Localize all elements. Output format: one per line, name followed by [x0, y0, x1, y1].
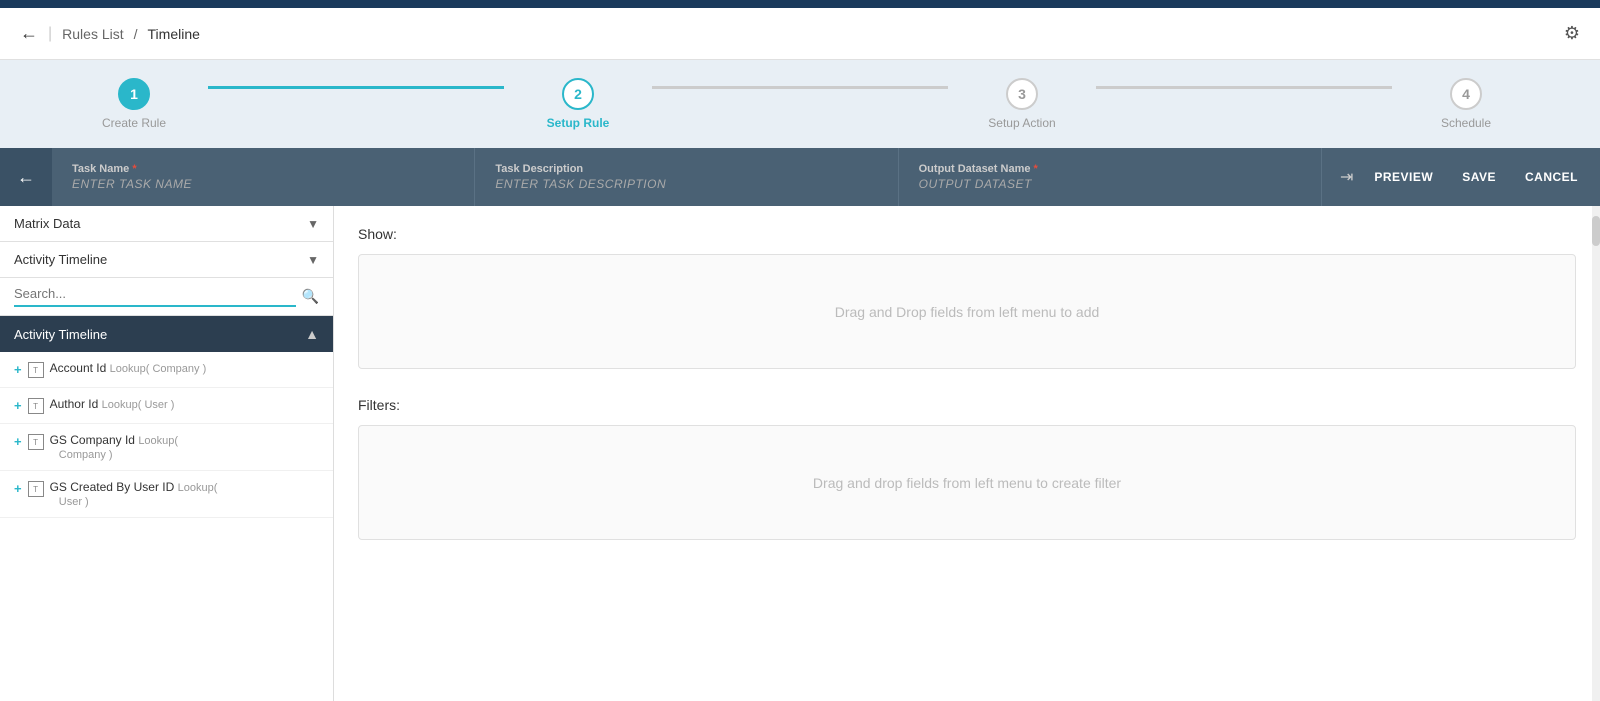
- scroll-thumb[interactable]: [1592, 216, 1600, 246]
- sidebar-dropdown-activity-label: Activity Timeline: [14, 252, 107, 267]
- add-field-icon: +: [14, 398, 22, 413]
- field-type-icon: T: [28, 481, 44, 497]
- step-3-circle: 3: [1006, 78, 1038, 110]
- sidebar-items-list: + T Account Id Lookup( Company ) + T Aut…: [0, 352, 333, 701]
- step-3-label: Setup Action: [988, 116, 1055, 130]
- add-field-icon: +: [14, 362, 22, 377]
- output-dataset-label: Output Dataset Name *: [919, 163, 1301, 175]
- sidebar-section-header: Activity Timeline ▲: [0, 316, 333, 352]
- step-1-label: Create Rule: [102, 116, 166, 130]
- connector-3-4: [1096, 86, 1392, 89]
- sidebar: Matrix Data ▼ Activity Timeline ▼ 🔍 Acti…: [0, 206, 334, 701]
- output-dataset-input[interactable]: OUTPUT DATASET: [919, 177, 1301, 191]
- stepper: 1 Create Rule 2 Setup Rule 3 Setup Actio…: [0, 60, 1600, 148]
- field-name: GS Created By User ID Lookup( User ): [50, 480, 218, 508]
- sidebar-search-bar: 🔍: [0, 278, 333, 316]
- item-name: GS Company Id: [50, 433, 135, 447]
- breadcrumb-divider: |: [48, 25, 52, 43]
- breadcrumb-separator: /: [134, 26, 138, 42]
- step-4[interactable]: 4 Schedule: [1392, 78, 1540, 130]
- step-1-circle: 1: [118, 78, 150, 110]
- save-button[interactable]: SAVE: [1450, 164, 1508, 190]
- filters-drop-zone[interactable]: Drag and drop fields from left menu to c…: [358, 425, 1576, 540]
- add-field-icon: +: [14, 481, 22, 496]
- step-4-label: Schedule: [1441, 116, 1491, 130]
- chevron-down-icon-2: ▼: [307, 253, 319, 267]
- step-3[interactable]: 3 Setup Action: [948, 78, 1096, 130]
- item-name: Author Id: [50, 397, 99, 411]
- search-input[interactable]: [14, 286, 296, 307]
- connector-2-3: [652, 86, 948, 89]
- sidebar-dropdown-activity[interactable]: Activity Timeline ▼: [0, 242, 333, 278]
- breadcrumb-current-page: Timeline: [148, 26, 200, 42]
- step-2-circle: 2: [562, 78, 594, 110]
- step-2-label: Setup Rule: [547, 116, 610, 130]
- field-name: Account Id Lookup( Company ): [50, 361, 207, 375]
- cancel-button[interactable]: CANCEL: [1513, 164, 1590, 190]
- step-2[interactable]: 2 Setup Rule: [504, 78, 652, 130]
- main-content: Matrix Data ▼ Activity Timeline ▼ 🔍 Acti…: [0, 206, 1600, 701]
- top-nav-bar: [0, 0, 1600, 8]
- add-field-icon: +: [14, 434, 22, 449]
- field-name: GS Company Id Lookup( Lookup( Company )C…: [50, 433, 178, 461]
- right-panel: Show: Drag and Drop fields from left men…: [334, 206, 1600, 701]
- task-back-button[interactable]: ←: [0, 148, 52, 206]
- task-desc-label: Task Description: [495, 163, 877, 175]
- show-section-label: Show:: [358, 226, 1576, 242]
- sidebar-dropdown-matrix-label: Matrix Data: [14, 216, 80, 231]
- sidebar-dropdown-matrix[interactable]: Matrix Data ▼: [0, 206, 333, 242]
- task-header: ← Task Name * ENTER TASK NAME Task Descr…: [0, 148, 1600, 206]
- filters-drop-hint: Drag and drop fields from left menu to c…: [813, 475, 1121, 491]
- show-drop-zone[interactable]: Drag and Drop fields from left menu to a…: [358, 254, 1576, 369]
- field-type-icon: T: [28, 362, 44, 378]
- filters-section-label: Filters:: [358, 397, 1576, 413]
- item-type: Lookup( Company ): [110, 363, 207, 375]
- settings-icon[interactable]: ⚙: [1564, 23, 1580, 44]
- list-item[interactable]: + T GS Created By User ID Lookup( User ): [0, 471, 333, 518]
- expand-icon: ⇥: [1340, 167, 1353, 187]
- field-name: Author Id Lookup( User ): [50, 397, 175, 411]
- scroll-track[interactable]: [1592, 206, 1600, 701]
- step-1[interactable]: 1 Create Rule: [60, 78, 208, 130]
- sidebar-section-title: Activity Timeline: [14, 327, 107, 342]
- breadcrumb-bar: ← | Rules List / Timeline ⚙: [0, 8, 1600, 60]
- collapse-icon[interactable]: ▲: [305, 326, 319, 342]
- breadcrumb-rules-list[interactable]: Rules List: [62, 26, 123, 42]
- field-type-icon: T: [28, 434, 44, 450]
- connector-1-2: [208, 86, 504, 89]
- task-name-input[interactable]: ENTER TASK NAME: [72, 177, 454, 191]
- task-desc-input[interactable]: ENTER TASK DESCRIPTION: [495, 177, 877, 191]
- item-name: Account Id: [50, 361, 107, 375]
- list-item[interactable]: + T Account Id Lookup( Company ): [0, 352, 333, 388]
- task-actions: ⇥ PREVIEW SAVE CANCEL: [1322, 148, 1600, 206]
- item-type: Lookup( User ): [102, 399, 175, 411]
- item-name: GS Created By User ID: [50, 480, 175, 494]
- show-drop-hint: Drag and Drop fields from left menu to a…: [835, 304, 1100, 320]
- list-item[interactable]: + T Author Id Lookup( User ): [0, 388, 333, 424]
- task-description-field: Task Description ENTER TASK DESCRIPTION: [475, 148, 898, 206]
- list-item[interactable]: + T GS Company Id Lookup( Lookup( Compan…: [0, 424, 333, 471]
- chevron-down-icon: ▼: [307, 217, 319, 231]
- task-name-field: Task Name * ENTER TASK NAME: [52, 148, 475, 206]
- field-type-icon: T: [28, 398, 44, 414]
- search-icon[interactable]: 🔍: [302, 288, 319, 305]
- task-name-label: Task Name *: [72, 163, 454, 175]
- step-4-circle: 4: [1450, 78, 1482, 110]
- output-dataset-field: Output Dataset Name * OUTPUT DATASET: [899, 148, 1322, 206]
- back-button[interactable]: ←: [20, 23, 38, 44]
- preview-button[interactable]: PREVIEW: [1362, 164, 1445, 190]
